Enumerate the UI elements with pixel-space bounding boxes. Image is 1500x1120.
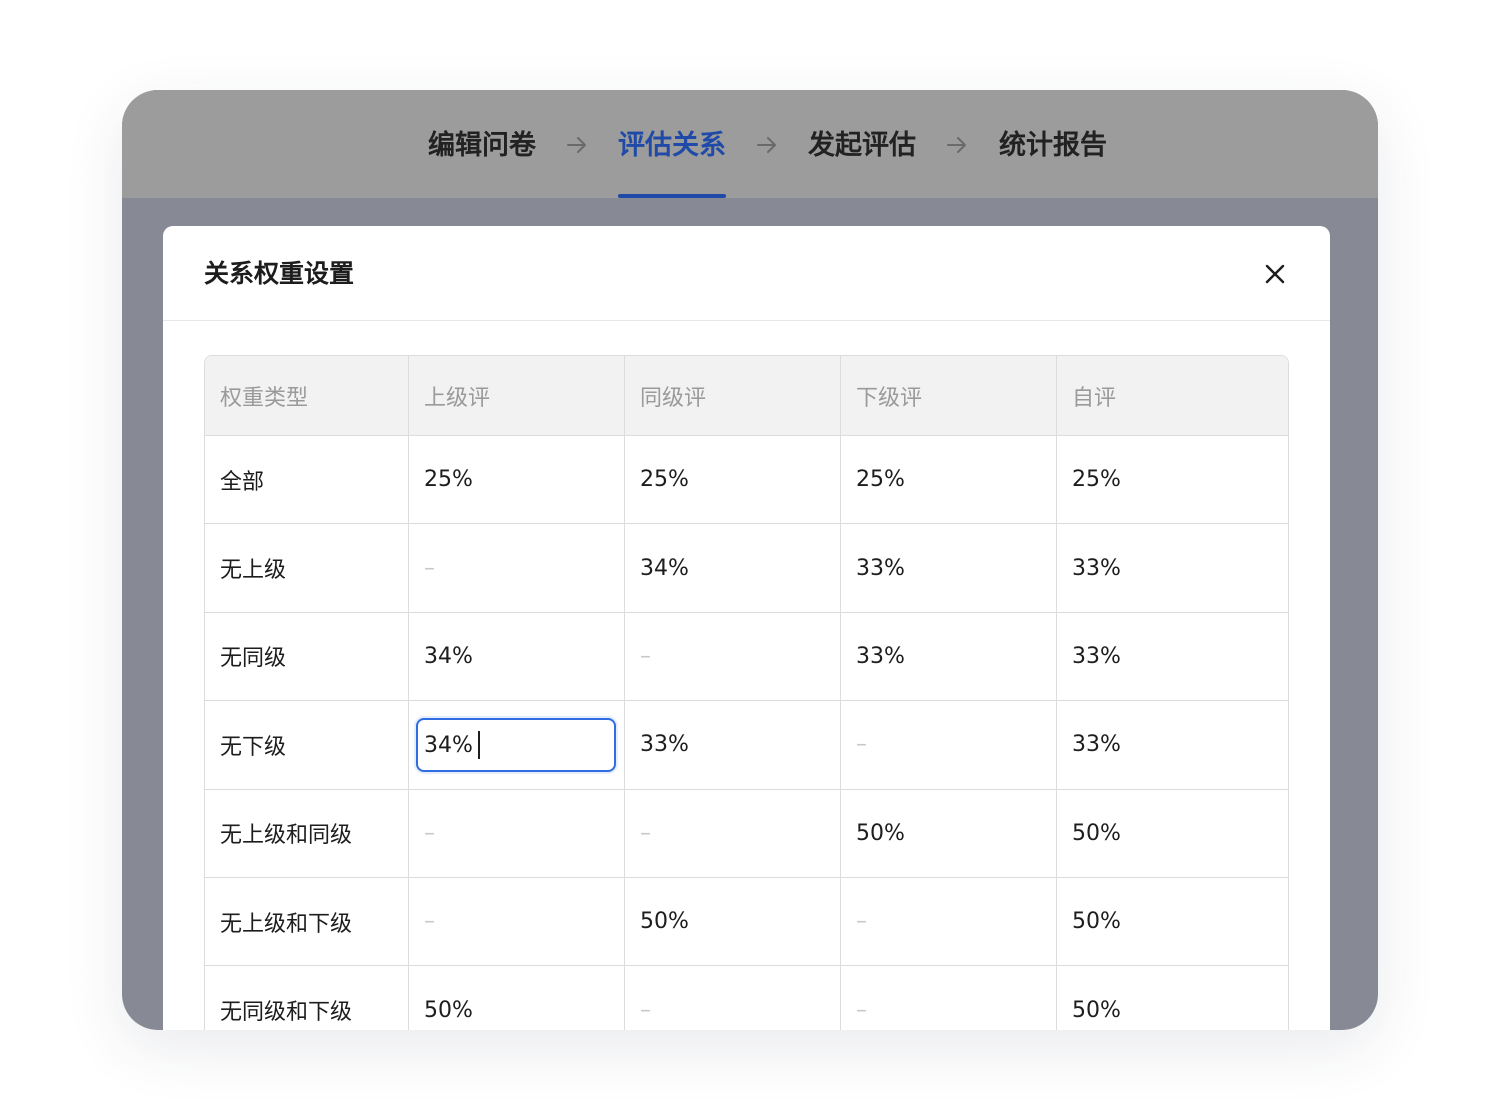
weight-cell[interactable]: 34% <box>625 524 841 612</box>
empty-weight-cell: – <box>841 701 1057 789</box>
close-icon[interactable] <box>1261 260 1289 288</box>
weight-cell[interactable]: 50% <box>1057 790 1288 877</box>
dialog-header: 关系权重设置 <box>163 226 1330 321</box>
empty-weight-cell: – <box>841 877 1057 966</box>
table-row: 无上级和下级 – 50% – 50% <box>205 877 1288 967</box>
table-row: 全部 25% 25% 25% 25% <box>205 436 1288 525</box>
arrow-right-icon <box>757 137 776 153</box>
step-navigation: 编辑问卷 评估关系 发起评估 统计报告 <box>122 90 1378 198</box>
header-self-review: 自评 <box>1072 385 1117 411</box>
text-caret <box>478 731 480 760</box>
header-weight-type: 权重类型 <box>205 356 409 435</box>
empty-weight-cell: – <box>625 789 841 877</box>
step-evaluation-relation[interactable]: 评估关系 <box>618 126 726 166</box>
weight-cell[interactable]: 50% <box>1057 878 1288 965</box>
weight-cell[interactable]: 50% <box>409 966 625 1030</box>
row-label: 无同级和下级 <box>205 966 409 1030</box>
weight-input[interactable] <box>424 732 478 758</box>
active-step-indicator <box>618 194 726 198</box>
row-label: 无下级 <box>205 701 409 789</box>
weight-cell[interactable]: 50% <box>625 877 841 966</box>
weight-cell[interactable]: 33% <box>625 701 841 789</box>
weight-cell[interactable]: 25% <box>409 436 625 524</box>
row-label: 无上级和同级 <box>205 789 409 877</box>
empty-weight-cell: – <box>625 612 841 701</box>
arrow-right-icon <box>567 137 586 153</box>
empty-weight-cell: – <box>409 877 625 966</box>
weight-cell[interactable]: 33% <box>1057 613 1288 700</box>
table-header-row: 权重类型 上级评 同级评 下级评 自评 <box>205 356 1288 436</box>
weight-cell[interactable]: 50% <box>841 789 1057 877</box>
editing-weight-cell <box>409 701 625 789</box>
weight-cell[interactable]: 25% <box>841 436 1057 524</box>
weight-input-box[interactable] <box>416 718 616 773</box>
weight-cell[interactable]: 34% <box>409 612 625 701</box>
arrow-right-icon <box>947 137 966 153</box>
header-peer-review: 同级评 <box>625 356 841 435</box>
weight-cell[interactable]: 33% <box>841 524 1057 612</box>
header-subordinate-review: 下级评 <box>841 356 1057 435</box>
table-row: 无同级和下级 50% – – 50% <box>205 966 1288 1030</box>
empty-weight-cell: – <box>409 524 625 612</box>
step-edit-questionnaire[interactable]: 编辑问卷 <box>428 126 536 166</box>
row-label: 无同级 <box>205 612 409 701</box>
weight-cell[interactable]: 33% <box>1057 701 1288 788</box>
weight-cell[interactable]: 25% <box>625 436 841 524</box>
empty-weight-cell: – <box>625 966 841 1030</box>
table-row: 无上级 – 34% 33% 33% <box>205 524 1288 613</box>
step-statistics-report[interactable]: 统计报告 <box>999 126 1107 166</box>
empty-weight-cell: – <box>841 966 1057 1030</box>
weight-cell[interactable]: 33% <box>1057 524 1288 611</box>
app-window: 编辑问卷 评估关系 发起评估 统计报告 关系权重设置 权重类型 上级评 同级评 … <box>122 90 1378 1030</box>
weight-cell[interactable]: 33% <box>841 612 1057 701</box>
dialog-title: 关系权重设置 <box>204 259 355 288</box>
header-superior-review: 上级评 <box>409 356 625 435</box>
table-row: 无下级 33% – 33% <box>205 701 1288 790</box>
weight-cell[interactable]: 25% <box>1057 436 1288 523</box>
row-label: 无上级和下级 <box>205 877 409 966</box>
table-row: 无上级和同级 – – 50% 50% <box>205 789 1288 878</box>
row-label: 无上级 <box>205 524 409 612</box>
row-label: 全部 <box>205 436 409 524</box>
weight-settings-dialog: 关系权重设置 权重类型 上级评 同级评 下级评 自评 全部 25% 25% 25… <box>163 226 1330 1030</box>
empty-weight-cell: – <box>409 789 625 877</box>
table-row: 无同级 34% – 33% 33% <box>205 612 1288 702</box>
weight-cell[interactable]: 50% <box>1057 966 1288 1030</box>
step-launch-evaluation[interactable]: 发起评估 <box>808 126 916 166</box>
weight-table: 权重类型 上级评 同级评 下级评 自评 全部 25% 25% 25% 25% 无… <box>204 355 1289 1030</box>
